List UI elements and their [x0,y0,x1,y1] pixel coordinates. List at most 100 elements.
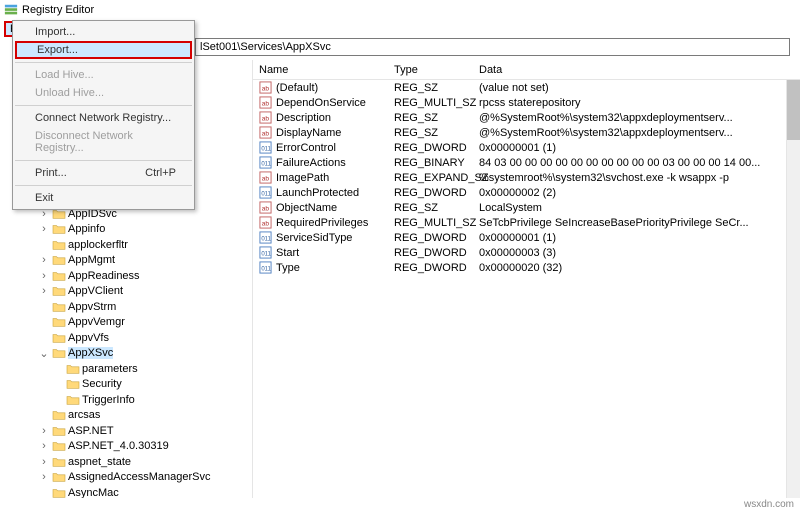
string-value-icon [259,81,272,94]
tree-item-appxsvc[interactable]: ⌄ AppXSvc [0,346,252,362]
values-panel: Name Type Data (Default)REG_SZ(value not… [253,60,800,498]
title-bar: Registry Editor [0,0,800,20]
value-data: @%SystemRoot%\system32\appxdeploymentser… [473,127,800,139]
folder-icon [52,409,66,421]
tree-item-appvstrm[interactable]: AppvStrm [0,299,252,315]
value-data: 0x00000020 (32) [473,262,800,274]
chevron-right-icon[interactable]: › [38,285,50,297]
value-row[interactable]: DescriptionREG_SZ@%SystemRoot%\system32\… [253,110,800,125]
binary-value-icon [259,231,272,244]
menu-print[interactable]: Print...Ctrl+P [13,164,194,182]
chevron-right-icon[interactable]: › [38,440,50,452]
tree-item-appmgmt[interactable]: › AppMgmt [0,253,252,269]
chevron-right-icon[interactable]: › [38,254,50,266]
value-type: REG_DWORD [388,232,473,244]
value-row[interactable]: StartREG_DWORD0x00000003 (3) [253,245,800,260]
value-name: Type [276,262,300,274]
value-type: REG_DWORD [388,142,473,154]
tree-label: AsyncMac [68,487,119,498]
value-data: 0x00000003 (3) [473,247,800,259]
col-name[interactable]: Name [253,64,388,76]
scrollbar-thumb[interactable] [787,80,800,140]
menu-connect-network[interactable]: Connect Network Registry... [13,109,194,127]
menu-disconnect-network: Disconnect Network Registry... [13,127,194,157]
value-row[interactable]: DisplayNameREG_SZ@%SystemRoot%\system32\… [253,125,800,140]
menu-exit[interactable]: Exit [13,189,194,207]
value-row[interactable]: DependOnServiceREG_MULTI_SZrpcss statere… [253,95,800,110]
value-name: (Default) [276,82,318,94]
chevron-down-icon[interactable]: ⌄ [38,347,50,360]
tree-item-security[interactable]: Security [0,377,252,393]
folder-icon [66,363,80,375]
value-row[interactable]: TypeREG_DWORD0x00000020 (32) [253,260,800,275]
menu-separator [15,160,192,161]
tree-item-asp-net[interactable]: ›ASP.NET [0,423,252,439]
tree-item-asp-net-4-0-30319[interactable]: › ASP.NET_4.0.30319 [0,439,252,455]
tree-label: AssignedAccessManagerSvc [68,471,210,483]
address-bar[interactable]: lSet001\Services\AppXSvc [195,38,790,56]
tree-label: AppVClient [68,285,123,297]
value-row[interactable]: ObjectNameREG_SZLocalSystem [253,200,800,215]
chevron-right-icon[interactable]: › [38,223,50,235]
string-value-icon [259,201,272,214]
tree-item-appreadiness[interactable]: › AppReadiness [0,268,252,284]
binary-value-icon [259,246,272,259]
folder-icon [66,378,80,390]
value-row[interactable]: RequiredPrivilegesREG_MULTI_SZSeTcbPrivi… [253,215,800,230]
value-name: Start [276,247,299,259]
folder-icon [52,223,66,235]
value-name: FailureActions [276,157,346,169]
binary-value-icon [259,156,272,169]
col-type[interactable]: Type [388,64,473,76]
value-type: REG_DWORD [388,187,473,199]
chevron-right-icon[interactable]: › [38,456,50,468]
file-menu-dropdown: Import... Export... Load Hive... Unload … [12,20,195,210]
tree-label: AppMgmt [68,254,115,266]
tree-item-arcsas[interactable]: arcsas [0,408,252,424]
tree-label: AppvVemgr [68,316,125,328]
footer-watermark: wsxdn.com [744,499,794,510]
value-row[interactable]: ErrorControlREG_DWORD0x00000001 (1) [253,140,800,155]
value-data: SeTcbPrivilege SeIncreaseBasePriorityPri… [473,217,800,229]
tree-label: TriggerInfo [82,394,135,406]
address-text: lSet001\Services\AppXSvc [200,41,331,53]
col-data[interactable]: Data [473,64,800,76]
tree-label: AppvStrm [68,301,116,313]
folder-icon [66,394,80,406]
tree-item-triggerinfo[interactable]: TriggerInfo [0,392,252,408]
tree-item-asyncmac[interactable]: AsyncMac [0,485,252,498]
tree-label: AppXSvc [68,347,113,359]
tree-label: ASP.NET_4.0.30319 [68,440,169,452]
chevron-right-icon[interactable]: › [38,471,50,483]
value-data: %systemroot%\system32\svchost.exe -k wsa… [473,172,800,184]
value-name: Description [276,112,331,124]
value-row[interactable]: (Default)REG_SZ(value not set) [253,80,800,95]
menu-import[interactable]: Import... [13,23,194,41]
tree-item-parameters[interactable]: parameters [0,361,252,377]
folder-icon [52,425,66,437]
value-type: REG_MULTI_SZ [388,97,473,109]
tree-item-appvvemgr[interactable]: AppvVemgr [0,315,252,331]
value-row[interactable]: FailureActionsREG_BINARY84 03 00 00 00 0… [253,155,800,170]
value-row[interactable]: ServiceSidTypeREG_DWORD0x00000001 (1) [253,230,800,245]
value-row[interactable]: LaunchProtectedREG_DWORD0x00000002 (2) [253,185,800,200]
tree-item-aspnet-state[interactable]: ›aspnet_state [0,454,252,470]
tree-item-appvclient[interactable]: › AppVClient [0,284,252,300]
tree-label: parameters [82,363,138,375]
folder-icon [52,239,66,251]
binary-value-icon [259,141,272,154]
tree-item-applockerfltr[interactable]: applockerfltr [0,237,252,253]
value-data: rpcss staterepository [473,97,800,109]
value-name: ErrorControl [276,142,336,154]
value-name: ObjectName [276,202,337,214]
chevron-right-icon[interactable]: › [38,425,50,437]
tree-item-assignedaccessmanagersvc[interactable]: › AssignedAccessManagerSvc [0,470,252,486]
menu-export[interactable]: Export... [15,41,192,59]
vertical-scrollbar[interactable] [786,80,800,498]
string-value-icon [259,96,272,109]
tree-item-appvvfs[interactable]: AppvVfs [0,330,252,346]
tree-item-appinfo[interactable]: ›Appinfo [0,222,252,238]
chevron-right-icon[interactable]: › [38,270,50,282]
tree-label: AppReadiness [68,270,140,282]
value-row[interactable]: ImagePathREG_EXPAND_SZ%systemroot%\syste… [253,170,800,185]
